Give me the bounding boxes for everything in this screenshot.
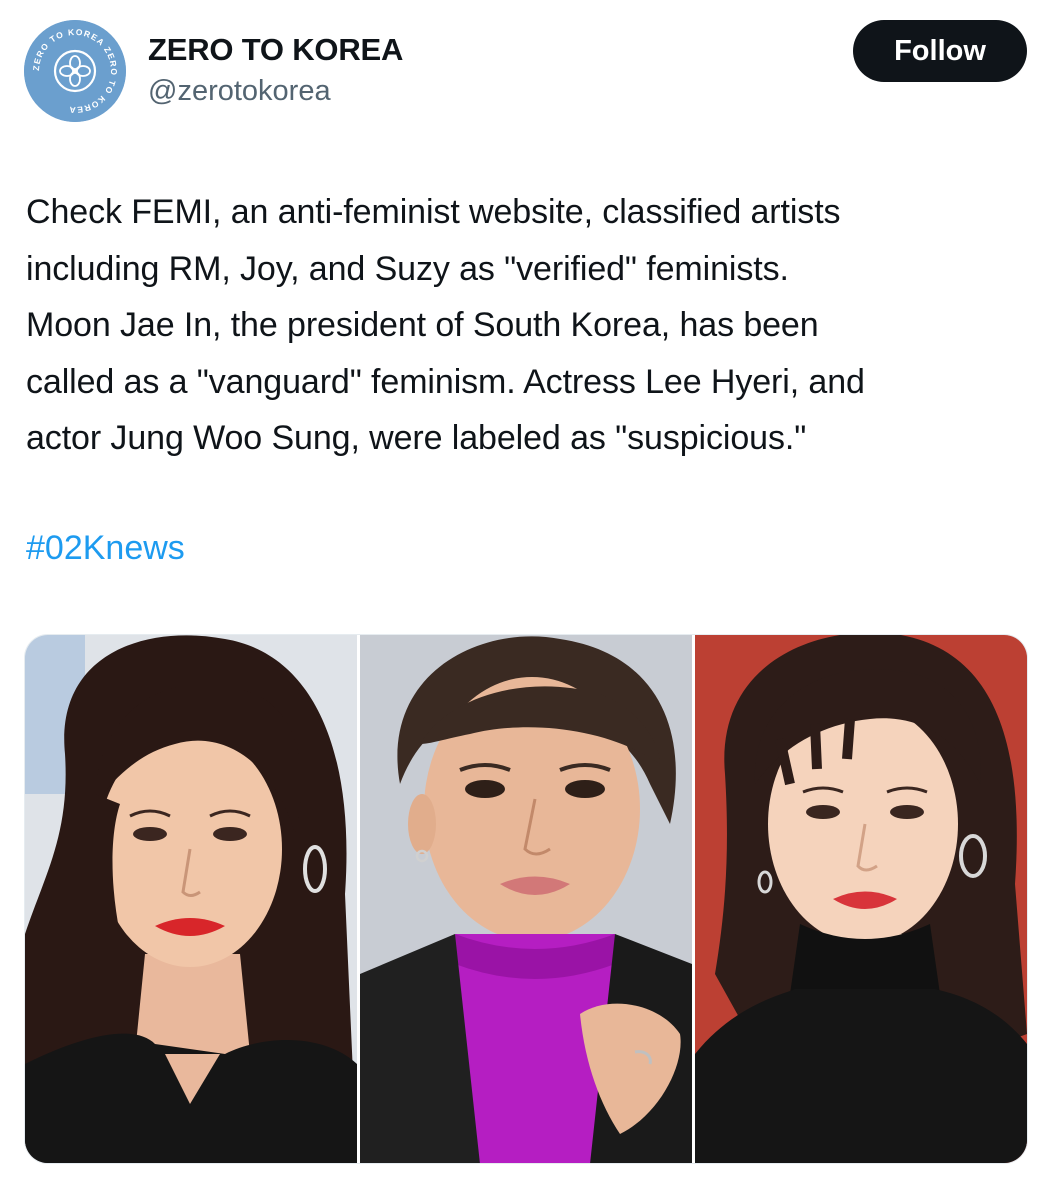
account-identity[interactable]: ZERO TO KOREA @zerotokorea — [148, 32, 403, 110]
tweet-header: ZERO TO KOREA ZERO TO KOREA ZERO TO KORE… — [24, 20, 1027, 130]
photo-1[interactable] — [25, 635, 357, 1163]
portrait-man-image — [360, 635, 692, 1163]
portrait-woman-image — [25, 635, 357, 1163]
hashtag-link[interactable]: #02Knews — [26, 520, 185, 576]
follow-button[interactable]: Follow — [853, 20, 1027, 82]
account-handle[interactable]: @zerotokorea — [148, 72, 403, 110]
media-grid — [24, 634, 1028, 1164]
photo-2[interactable] — [360, 635, 692, 1163]
zero-to-korea-logo-icon: ZERO TO KOREA ZERO TO KOREA — [24, 20, 126, 122]
display-name[interactable]: ZERO TO KOREA — [148, 32, 403, 68]
tweet-text-line: Moon Jae In, the president of South Kore… — [26, 306, 819, 344]
photo-3[interactable] — [695, 635, 1027, 1163]
tweet-text-line: including RM, Joy, and Suzy as "verified… — [26, 249, 789, 288]
tweet-text-line: called as a "vanguard" feminism. Actress… — [26, 362, 865, 401]
tweet-text: Check FEMI, an anti-feminist website, cl… — [26, 184, 1031, 467]
tweet-text-line: Check FEMI, an anti-feminist website, cl… — [26, 193, 841, 231]
portrait-woman-red-backdrop-image — [695, 635, 1027, 1163]
tweet-text-line: actor Jung Woo Sung, were labeled as "su… — [26, 419, 807, 457]
avatar[interactable]: ZERO TO KOREA ZERO TO KOREA — [24, 20, 126, 122]
